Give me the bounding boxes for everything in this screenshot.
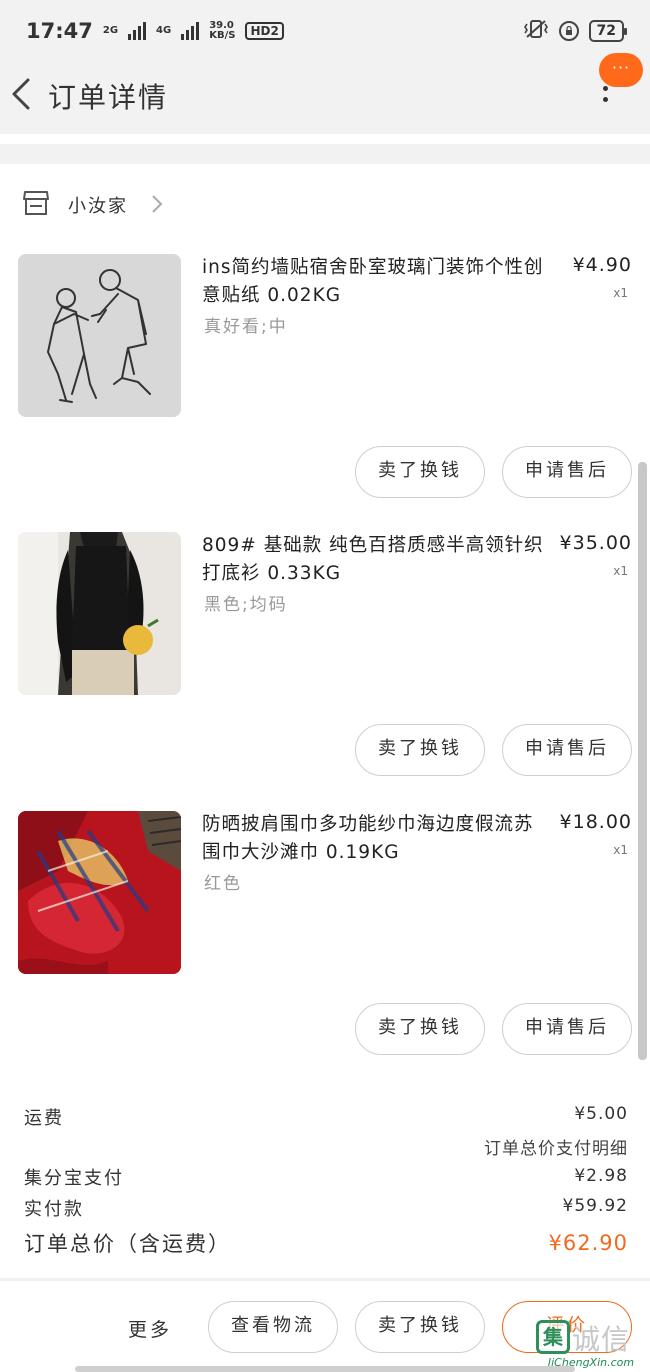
shop-name: 小汝家 [68, 196, 128, 217]
sell-for-cash-button[interactable]: 卖了换钱 [355, 724, 485, 776]
shop-row[interactable]: 小汝家 [0, 178, 650, 230]
watermark-text: 诚信 [572, 1323, 631, 1356]
product-quantity: x1 [613, 286, 628, 300]
section-divider [0, 144, 650, 164]
product-variant: 真好看;中 [204, 317, 288, 337]
after-sale-button[interactable]: 申请售后 [502, 446, 632, 498]
product-price: ¥18.00 [559, 811, 632, 833]
order-total-label: 订单总价（含运费） [24, 1232, 231, 1256]
sell-for-cash-button[interactable]: 卖了换钱 [355, 1003, 485, 1055]
home-indicator [75, 1366, 575, 1372]
points-payment-value: ¥2.98 [574, 1166, 628, 1186]
lock-rotation-icon [558, 21, 579, 41]
page-title: 订单详情 [48, 81, 169, 114]
network-4g-label: 4G [156, 25, 172, 36]
sell-for-cash-button[interactable]: 卖了换钱 [355, 1301, 485, 1353]
order-item[interactable]: ins简约墙贴宿舍卧室玻璃门装饰个性创意贴纸 0.02KG 真好看;中 ¥4.9… [0, 254, 650, 504]
more-menu-icon[interactable] [598, 86, 612, 112]
product-title[interactable]: 809# 基础款 纯色百搭质感半高领针织打底衫 0.33KG [202, 532, 552, 588]
product-price: ¥4.90 [572, 254, 632, 276]
watermark-logo: 集 [536, 1320, 570, 1354]
network-2g-label: 2G [102, 25, 119, 36]
product-quantity: x1 [613, 564, 628, 578]
status-right: 72 [523, 19, 628, 43]
vibrate-icon [523, 19, 549, 43]
points-payment-label: 集分宝支付 [24, 1168, 124, 1189]
store-icon [22, 190, 50, 216]
chat-bubble-button[interactable]: ··· [599, 53, 643, 87]
product-title[interactable]: ins简约墙贴宿舍卧室玻璃门装饰个性创意贴纸 0.02KG [202, 254, 552, 310]
status-time: 17:47 [26, 19, 93, 43]
signal-icon [128, 22, 147, 40]
view-logistics-button[interactable]: 查看物流 [208, 1301, 338, 1353]
product-image-scarf[interactable] [18, 811, 181, 974]
nav-header: 订单详情 [0, 62, 650, 134]
product-quantity: x1 [613, 843, 628, 857]
status-left: 17:47 2G 4G 39.0 KB/S HD2 [26, 19, 284, 43]
product-variant: 红色 [204, 874, 242, 894]
product-variant: 黑色;均码 [204, 595, 288, 615]
net-speed: 39.0 KB/S [209, 21, 235, 41]
paid-amount-label: 实付款 [24, 1199, 84, 1220]
product-image-sticker[interactable] [18, 254, 181, 417]
chevron-right-icon [150, 192, 164, 216]
shipping-label: 运费 [24, 1108, 64, 1129]
paid-amount-value: ¥59.92 [562, 1196, 628, 1216]
back-arrow-icon[interactable] [6, 74, 42, 114]
scrollbar[interactable] [638, 462, 647, 1060]
status-bar: 17:47 2G 4G 39.0 KB/S HD2 72 [0, 0, 650, 62]
after-sale-button[interactable]: 申请售后 [502, 1003, 632, 1055]
battery-icon: 72 [588, 20, 628, 42]
after-sale-button[interactable]: 申请售后 [502, 724, 632, 776]
order-item[interactable]: 防晒披肩围巾多功能纱巾海边度假流苏围巾大沙滩巾 0.19KG 红色 ¥18.00… [0, 811, 650, 1061]
product-price: ¥35.00 [559, 532, 632, 554]
sell-for-cash-button[interactable]: 卖了换钱 [355, 446, 485, 498]
order-total-value: ¥62.90 [548, 1231, 628, 1255]
shipping-value: ¥5.00 [574, 1104, 628, 1124]
more-actions-link[interactable]: 更多 [128, 1315, 172, 1342]
signal-icon-2 [181, 22, 200, 40]
order-item[interactable]: 809# 基础款 纯色百搭质感半高领针织打底衫 0.33KG 黑色;均码 ¥35… [0, 532, 650, 782]
payment-detail-link[interactable]: 订单总价支付明细 [484, 1134, 628, 1159]
header-gap [0, 134, 650, 144]
product-image-knit-top[interactable] [18, 532, 181, 695]
net-speed-unit: KB/S [209, 30, 236, 41]
watermark: 集 诚信 JiChengXin.com [532, 1316, 650, 1372]
product-title[interactable]: 防晒披肩围巾多功能纱巾海边度假流苏围巾大沙滩巾 0.19KG [202, 811, 552, 867]
hd-badge: HD2 [245, 22, 284, 40]
